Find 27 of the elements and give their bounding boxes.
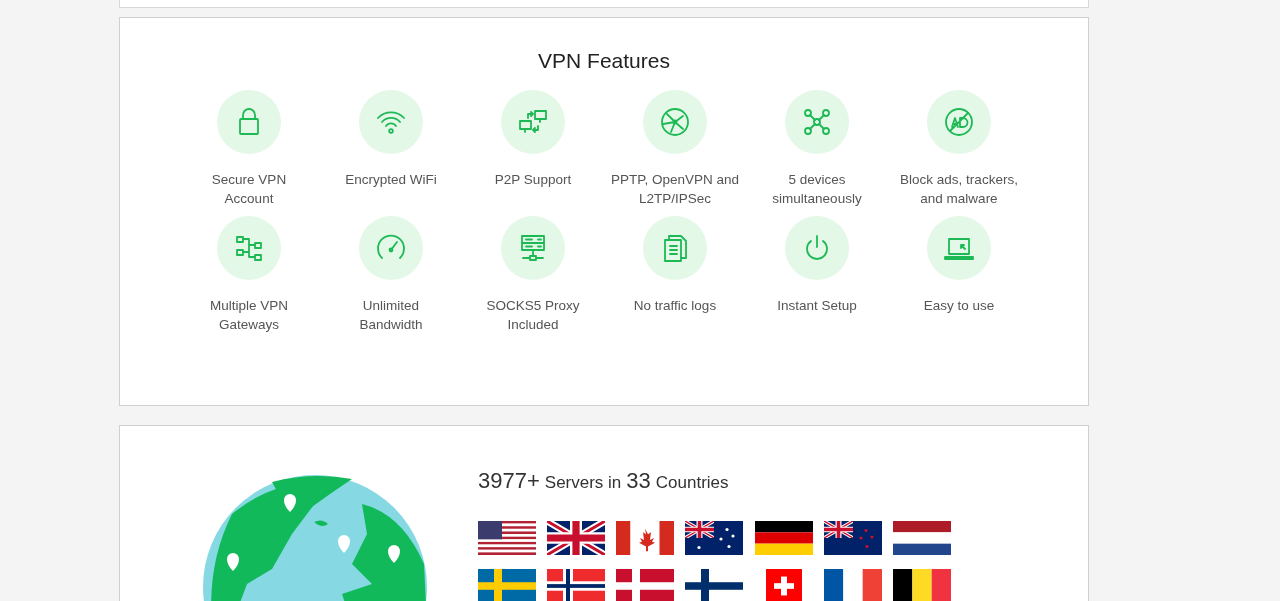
- flag-icon: [892, 569, 951, 601]
- servers-label: Servers in: [544, 472, 622, 494]
- flag-icon: [754, 521, 813, 555]
- flag-icon: [823, 521, 882, 555]
- country-count: 33: [626, 467, 651, 495]
- feature-label: Block ads, trackers, and malware: [899, 171, 1019, 208]
- feature-label: SOCKS5 Proxy Included: [485, 297, 581, 334]
- feature-label: Encrypted WiFi: [344, 171, 438, 189]
- section-title: VPN Features: [538, 48, 670, 74]
- feature-label: Secure VPN Account: [210, 171, 288, 208]
- feature-label: P2P Support: [493, 171, 573, 189]
- feature-label: Multiple VPN Gateways: [209, 297, 289, 334]
- feature-label: Easy to use: [922, 297, 996, 315]
- countries-label: Countries: [655, 472, 729, 494]
- feature-label: Unlimited Bandwidth: [358, 297, 424, 334]
- feature-label: No traffic logs: [632, 297, 718, 315]
- flag-icon: [478, 521, 536, 555]
- feature-label: 5 devices simultaneously: [771, 171, 863, 208]
- feature-label: Instant Setup: [776, 297, 858, 315]
- feature-label: PPTP, OpenVPN and L2TP/IPSec: [609, 171, 741, 208]
- flag-icon: [685, 521, 744, 555]
- flag-icon: [892, 521, 951, 555]
- flag-icon: [478, 569, 536, 601]
- flag-icon: [547, 521, 606, 555]
- server-count: 3977+: [478, 467, 540, 495]
- flag-icon: [685, 569, 744, 601]
- flag-icon: [616, 521, 675, 555]
